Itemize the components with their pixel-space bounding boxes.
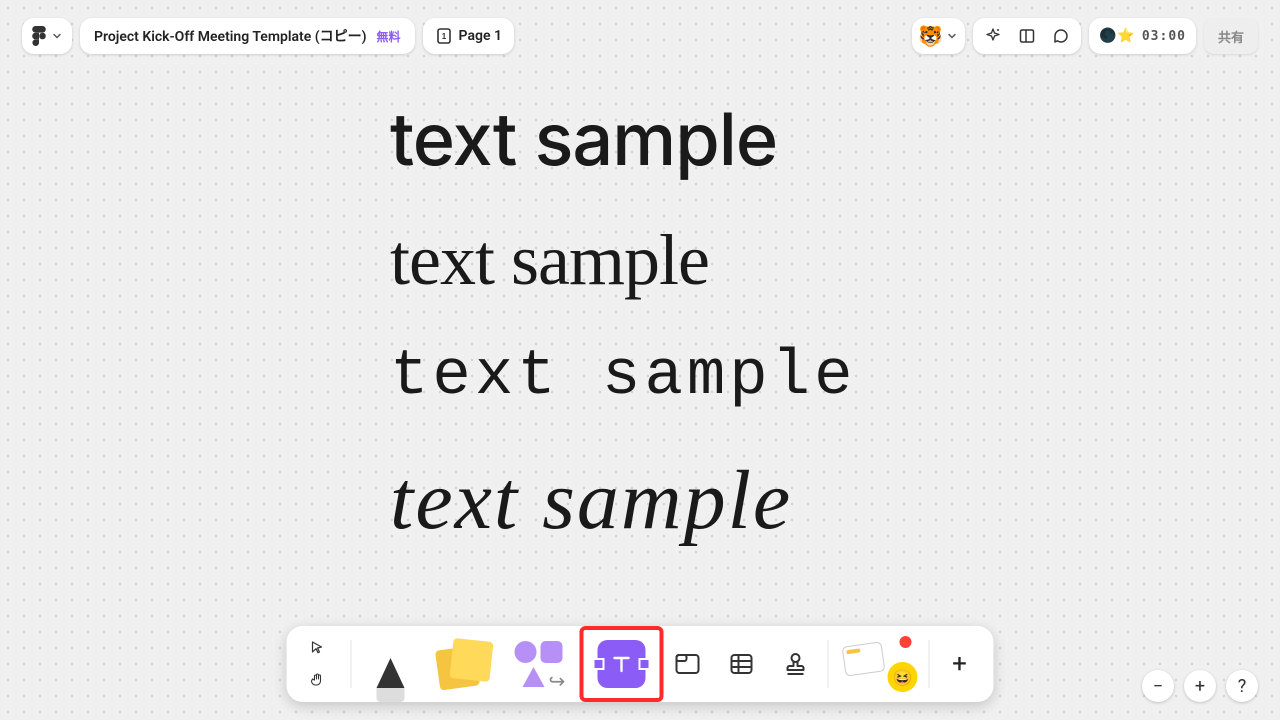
shapes-tool-button[interactable]: ↪ [510, 634, 578, 694]
text-sample-mono[interactable]: text sample [390, 342, 856, 412]
timer-button[interactable]: 🌑⭐ 03:00 [1089, 18, 1196, 54]
share-button[interactable]: 共有 [1204, 18, 1258, 54]
toolbar-divider [351, 640, 352, 688]
toolbar-divider [828, 640, 829, 688]
comment-icon [1052, 27, 1070, 45]
plus-icon: + [1195, 676, 1205, 697]
layout-grid-button[interactable] [1015, 24, 1039, 48]
section-tool-button[interactable] [666, 634, 710, 694]
widgets-icon: 😆 [844, 638, 914, 690]
pencil-tool-button[interactable] [362, 634, 420, 694]
page-label: Page 1 [459, 28, 502, 44]
page-selector-button[interactable]: 1 Page 1 [423, 18, 514, 54]
table-tool-button[interactable] [720, 634, 764, 694]
shapes-icon: ↪ [515, 639, 573, 689]
select-tool-button[interactable] [305, 635, 331, 661]
layout-icon [1018, 27, 1036, 45]
toolbar-divider [929, 640, 930, 688]
chevron-down-icon [52, 31, 62, 41]
help-button[interactable]: ? [1226, 670, 1258, 702]
avatar-emoji-icon: 🐯 [918, 24, 943, 48]
figma-logo-icon [32, 26, 46, 46]
chevron-down-icon [947, 31, 957, 41]
svg-text:1: 1 [441, 32, 446, 41]
question-icon: ? [1238, 676, 1247, 697]
project-title: Project Kick-Off Meeting Template (コピー) [94, 26, 367, 46]
hand-tool-button[interactable] [305, 667, 331, 693]
view-tools-group [973, 18, 1081, 54]
bottom-toolbar: ↪ 😆 + [287, 626, 994, 702]
zoom-in-button[interactable]: + [1184, 670, 1216, 702]
section-icon [673, 649, 703, 679]
pencil-icon [377, 658, 405, 688]
minus-icon: − [1153, 676, 1163, 697]
text-sample-serif[interactable]: text sample [390, 221, 856, 300]
timer-avatar-icon: 🌑⭐ [1099, 28, 1136, 44]
table-icon [728, 650, 756, 678]
text-sample-hand[interactable]: text sample [390, 455, 856, 547]
sticky-notes-icon [438, 640, 492, 688]
widgets-tool-button[interactable]: 😆 [839, 634, 919, 694]
share-label: 共有 [1218, 27, 1244, 46]
add-more-button[interactable]: + [940, 634, 980, 694]
cursor-icon [310, 640, 326, 656]
plus-icon: + [952, 649, 967, 679]
text-sample-sans[interactable]: text sample [390, 100, 856, 179]
sparkle-icon [984, 27, 1002, 45]
stamp-tool-button[interactable] [774, 634, 818, 694]
canvas-text-samples: text sample text sample text sample text… [390, 100, 856, 589]
timer-value: 03:00 [1142, 29, 1186, 44]
hand-icon [310, 672, 326, 688]
figma-menu-button[interactable] [22, 18, 72, 54]
text-tool-button[interactable] [588, 634, 656, 694]
project-title-button[interactable]: Project Kick-Off Meeting Template (コピー) … [80, 18, 415, 54]
text-tool-icon [598, 640, 646, 688]
ai-sparkle-button[interactable] [981, 24, 1005, 48]
free-plan-badge: 無料 [377, 28, 401, 45]
page-icon: 1 [435, 27, 453, 45]
stamp-icon [783, 651, 809, 677]
user-avatar-button[interactable]: 🐯 [912, 18, 965, 54]
sticky-note-tool-button[interactable] [430, 634, 500, 694]
comment-button[interactable] [1049, 24, 1073, 48]
zoom-out-button[interactable]: − [1142, 670, 1174, 702]
